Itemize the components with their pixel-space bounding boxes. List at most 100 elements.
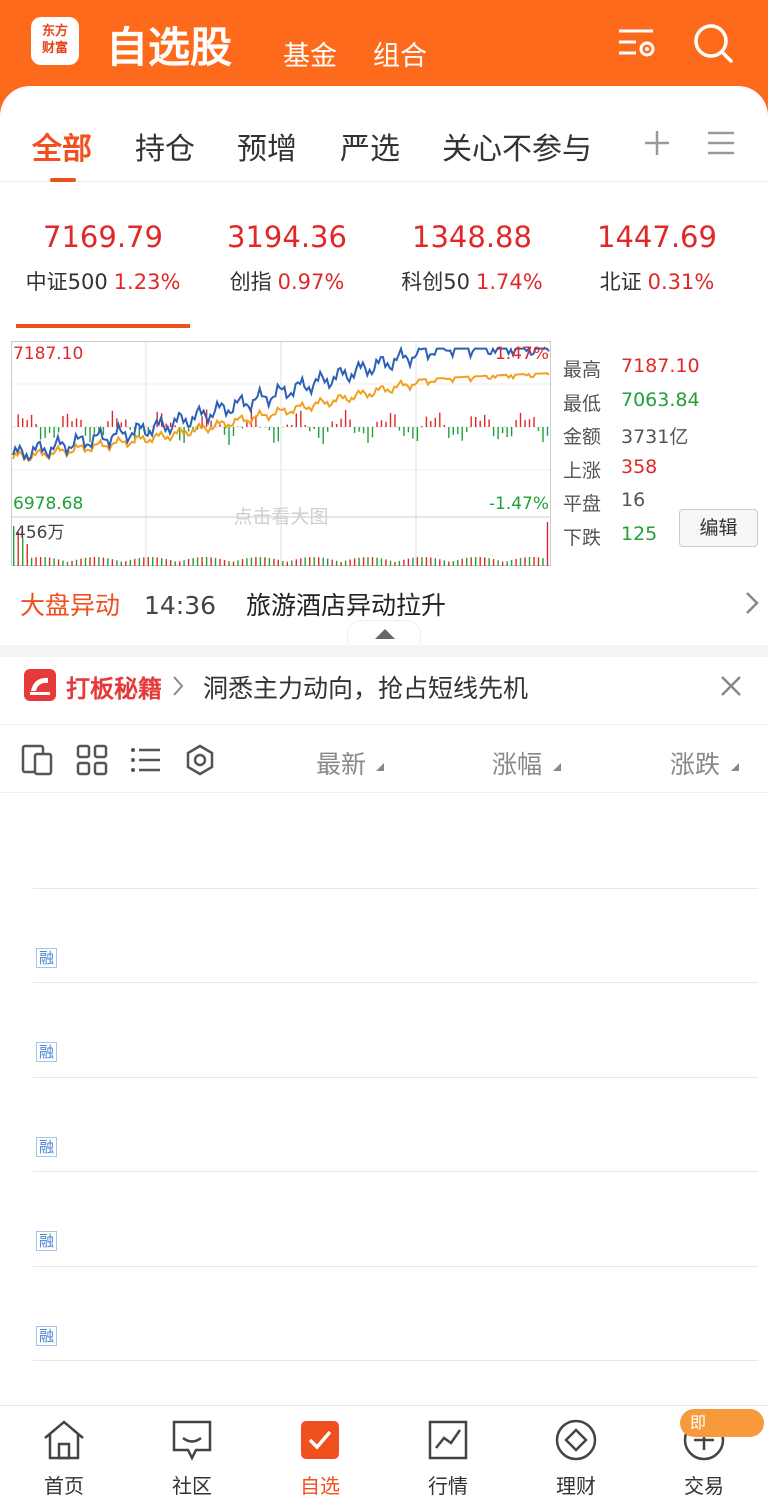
nav-wealth[interactable]: 理财: [526, 1418, 626, 1499]
sort-indicator-icon: [376, 763, 384, 771]
tab-fund[interactable]: 基金: [283, 34, 337, 73]
macd-bar: [528, 419, 531, 427]
macd-bar: [53, 427, 55, 438]
volume-bar: [519, 558, 522, 566]
volume-bar: [89, 557, 91, 566]
stock-row[interactable]: 融: [0, 983, 768, 1078]
chart-high-pct: 1.47%: [495, 344, 549, 364]
intraday-chart-svg: 7187.10 1.47% 6978.68 -1.47% 456万 点击看大图: [11, 341, 551, 566]
menu-icon[interactable]: [707, 130, 735, 156]
index-card-star50[interactable]: 1348.88 科创50 1.74%: [382, 220, 562, 296]
macd-bar: [385, 421, 387, 427]
volume-bar: [506, 561, 508, 566]
volume-bar: [295, 559, 297, 566]
tab-holdings[interactable]: 持仓: [135, 124, 195, 168]
volume-bar: [75, 559, 78, 566]
macd-bar: [533, 417, 535, 427]
macd-bar: [542, 427, 544, 443]
volume-bar: [201, 557, 203, 566]
plus-icon[interactable]: [642, 128, 672, 158]
market-alert[interactable]: 大盘异动 14:36 旅游酒店异动拉升: [20, 586, 760, 620]
volume-bar: [268, 557, 271, 566]
grid-view-icon[interactable]: [76, 744, 108, 776]
chart-low-pct: -1.47%: [489, 494, 549, 514]
home-icon: [44, 1420, 84, 1460]
volume-bar: [318, 557, 320, 566]
volume-bar: [466, 557, 468, 566]
macd-bar: [506, 427, 508, 437]
volume-bar: [30, 557, 33, 566]
filter-settings-icon[interactable]: [616, 22, 658, 64]
stock-row[interactable]: 融: [0, 1078, 768, 1172]
edit-button[interactable]: 编辑: [679, 509, 758, 547]
chart-watermark: 点击看大图: [233, 506, 328, 528]
macd-bar: [125, 419, 127, 427]
macd-bar: [228, 427, 230, 445]
col-header-price[interactable]: 最新: [316, 745, 366, 781]
stock-row[interactable]: 融: [0, 1172, 768, 1267]
volume-bar: [71, 560, 73, 566]
macd-bar: [327, 427, 329, 432]
nav-home[interactable]: 首页: [14, 1418, 114, 1499]
intraday-chart[interactable]: 7187.10 1.47% 6978.68 -1.47% 456万 点击看大图: [11, 341, 551, 567]
macd-bar: [434, 417, 436, 427]
index-card-bse[interactable]: 1447.69 北证 0.31%: [567, 220, 747, 296]
close-icon[interactable]: [720, 675, 742, 697]
tab-all[interactable]: 全部: [32, 124, 92, 168]
stock-code: 融: [33, 947, 58, 969]
macd-bar: [318, 427, 320, 438]
tab-selected[interactable]: 严选: [340, 124, 400, 168]
volume-bar: [322, 557, 324, 566]
index-card-zz500[interactable]: 7169.79 中证500 1.23%: [13, 220, 193, 296]
stock-row[interactable]: 融: [0, 1267, 768, 1361]
page-title: 自选股: [106, 23, 233, 72]
nav-watchlist[interactable]: 自选: [270, 1418, 370, 1499]
volume-bar: [228, 561, 230, 566]
macd-bar: [448, 427, 450, 439]
macd-bar: [246, 421, 248, 427]
macd-bar: [57, 427, 60, 433]
macd-bar: [120, 422, 122, 427]
macd-bar: [510, 427, 513, 437]
alert-text: 旅游酒店异动拉升: [245, 591, 446, 620]
volume-bar: [488, 558, 490, 566]
col-header-pct[interactable]: 涨幅: [492, 745, 542, 781]
app-logo[interactable]: 东方 财富: [31, 17, 79, 65]
volume-bar: [66, 561, 69, 566]
stock-code: 融: [33, 1136, 58, 1158]
macd-bar: [48, 427, 51, 433]
stock-row[interactable]: [0, 794, 768, 889]
margin-badge: 融: [36, 1325, 58, 1346]
macd-bar: [259, 427, 262, 428]
stat-high: 最高 7187.10: [563, 355, 700, 381]
macd-bar: [335, 423, 338, 427]
volume-bar: [165, 559, 167, 566]
tab-watch[interactable]: 关心不参与: [442, 124, 597, 168]
volume-bar: [246, 558, 248, 566]
promo-banner[interactable]: 打板秘籍 洞悉主力动向，抢占短线先机: [0, 645, 768, 725]
volume-bar: [309, 557, 311, 566]
volume-bar: [542, 558, 544, 566]
col-header-change[interactable]: 涨跌: [670, 745, 732, 781]
search-icon[interactable]: [692, 22, 734, 64]
stock-row[interactable]: 融: [0, 889, 768, 983]
collapse-toggle[interactable]: [347, 620, 421, 645]
tab-portfolio[interactable]: 组合: [373, 34, 427, 73]
macd-bar: [183, 427, 185, 443]
macd-bar: [107, 421, 109, 427]
macd-bar: [331, 421, 333, 427]
list-view-icon[interactable]: [130, 744, 162, 776]
volume-bar: [425, 557, 428, 566]
chat-icon: [172, 1420, 212, 1461]
tab-preincrease[interactable]: 预增: [237, 124, 297, 168]
volume-bar: [183, 560, 185, 566]
volume-bar: [380, 558, 383, 566]
nav-market[interactable]: 行情: [398, 1418, 498, 1499]
index-card-chinext[interactable]: 3194.36 创指 0.97%: [197, 220, 377, 296]
volume-bar: [161, 558, 163, 566]
layout-switch-icon[interactable]: [21, 744, 53, 776]
nav-community[interactable]: 社区: [142, 1418, 242, 1499]
macd-bar: [546, 427, 549, 436]
volume-bar: [439, 559, 441, 566]
settings-hex-icon[interactable]: [184, 744, 216, 776]
